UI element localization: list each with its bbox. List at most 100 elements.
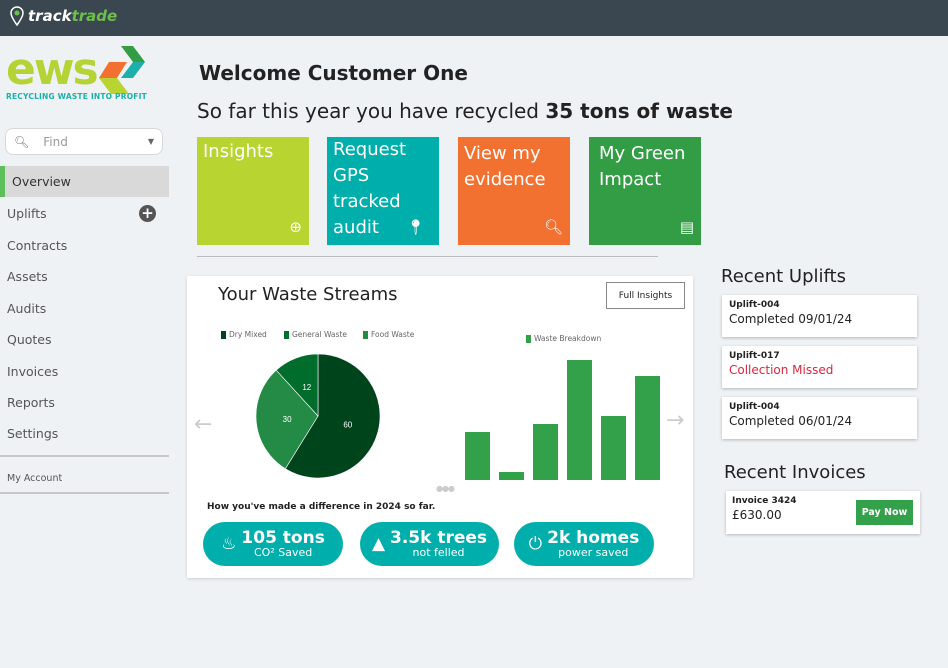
divider	[197, 256, 658, 257]
tile-label: Request GPS tracked audit	[333, 139, 407, 238]
plus-circle-icon: ⊕	[289, 218, 302, 236]
sidebar-item-settings[interactable]: Settings	[0, 418, 169, 449]
stat-value: 2k homes	[547, 528, 640, 548]
uplift-id: Uplift-004	[729, 300, 780, 310]
uplift-id: Uplift-004	[729, 402, 780, 412]
uplift-status: Completed 09/01/24	[729, 312, 853, 326]
sidebar-item-quotes[interactable]: Quotes	[0, 324, 169, 355]
recycled-summary: So far this year you have recycled 35 to…	[197, 99, 733, 123]
tile-label: View my evidence	[464, 143, 546, 190]
receipt-icon: ▤	[679, 218, 694, 236]
sidebar-item-my-account[interactable]: My Account	[0, 463, 169, 493]
sidebar-item-contracts[interactable]: Contracts	[0, 230, 169, 261]
stat-label: power saved	[558, 546, 629, 559]
stat-co2: ♨ 105 tons CO² Saved	[203, 522, 343, 566]
uplift-card[interactable]: Uplift-017 Collection Missed	[722, 346, 917, 388]
stat-label: not felled	[412, 546, 465, 559]
tile-insights[interactable]: Insights ⊕	[197, 137, 309, 245]
tile-label: Insights	[203, 141, 274, 162]
tree-icon: ▲	[371, 534, 386, 554]
legend-label: Dry Mixed	[229, 330, 267, 339]
legend-item: Waste Breakdown	[526, 334, 601, 343]
bar	[465, 432, 490, 480]
legend-label: Food Waste	[371, 330, 415, 339]
sidebar-item-label: Contracts	[7, 238, 68, 253]
uplift-status: Collection Missed	[729, 363, 834, 377]
recent-uplifts-title: Recent Uplifts	[721, 266, 846, 287]
tile-label: My Green Impact	[599, 143, 686, 190]
stat-label: CO² Saved	[254, 546, 313, 559]
logo-tagline: RECYCLING WASTE INTO PROFIT	[6, 92, 147, 101]
stat-trees: ▲ 3.5k trees not felled	[360, 522, 499, 566]
recycled-amount: 35 tons of waste	[545, 99, 733, 123]
uplift-id: Uplift-017	[729, 351, 780, 361]
chevron-down-icon[interactable]: ▼	[148, 137, 154, 146]
sidebar-item-label: My Account	[7, 472, 63, 484]
search-icon: 🔍︎	[14, 134, 30, 149]
find-placeholder: Find	[43, 134, 68, 149]
arrow-right-icon[interactable]: →	[666, 408, 684, 433]
brand-text-accent: trade	[71, 7, 118, 25]
bar	[567, 360, 592, 480]
add-uplift-icon[interactable]: +	[139, 205, 156, 222]
search-icon: 🔍︎	[543, 218, 563, 236]
tile-view-evidence[interactable]: View my evidence 🔍︎	[458, 137, 570, 245]
stat-value: 3.5k trees	[390, 528, 488, 548]
sidebar-divider	[0, 492, 169, 494]
bar-chart	[465, 360, 660, 480]
top-bar: tracktrade	[0, 0, 948, 36]
ews-logo: ews RECYCLING WASTE INTO PROFIT	[6, 46, 147, 101]
stat-homes: ⏻ 2k homes power saved	[514, 522, 654, 566]
carousel-dots[interactable]: ●●●	[436, 484, 455, 493]
pie-slice-label: 30	[283, 415, 292, 424]
sidebar-item-label: Settings	[7, 426, 59, 441]
sidebar-item-overview[interactable]: Overview	[0, 166, 169, 197]
pie-slice-label: 12	[302, 383, 311, 392]
bar	[499, 472, 524, 480]
flame-icon: ♨	[221, 534, 237, 554]
tracktrade-logo[interactable]: tracktrade	[10, 6, 117, 26]
bar	[533, 424, 558, 480]
sidebar-item-reports[interactable]: Reports	[0, 387, 169, 418]
legend-item: Dry Mixed	[221, 330, 267, 339]
sidebar-item-invoices[interactable]: Invoices	[0, 356, 169, 387]
legend-label: Waste Breakdown	[534, 334, 602, 343]
sidebar-item-label: Overview	[12, 174, 71, 189]
legend-item: General Waste	[284, 330, 347, 339]
stat-value: 105 tons	[241, 528, 325, 548]
recent-invoices-title: Recent Invoices	[724, 462, 866, 483]
card-title: Your Waste Streams	[218, 284, 398, 305]
sidebar-item-audits[interactable]: Audits	[0, 293, 169, 324]
power-icon: ⏻	[528, 534, 543, 554]
uplift-card[interactable]: Uplift-004 Completed 09/01/24	[722, 295, 917, 337]
recycled-prefix: So far this year you have recycled	[197, 99, 546, 123]
pie-slice-label: 60	[343, 420, 352, 429]
map-pin-icon: 📍︎	[405, 218, 425, 236]
sidebar-item-label: Quotes	[7, 332, 52, 347]
legend-label: General Waste	[292, 330, 347, 339]
sidebar-divider	[0, 455, 169, 457]
bar	[635, 376, 660, 480]
full-insights-button[interactable]: Full Insights	[606, 282, 685, 309]
legend-item: Food Waste	[363, 330, 414, 339]
logo-arrow-icon	[98, 46, 145, 94]
logo-word: ews	[6, 44, 99, 95]
uplift-status: Completed 06/01/24	[729, 414, 853, 428]
sidebar-item-label: Audits	[7, 301, 47, 316]
bar	[601, 416, 626, 480]
pay-now-button[interactable]: Pay Now	[856, 500, 913, 525]
sidebar-item-label: Invoices	[7, 364, 59, 379]
difference-text: How you've made a difference in 2024 so …	[207, 502, 436, 512]
arrow-left-icon[interactable]: ←	[194, 412, 212, 437]
sidebar-item-assets[interactable]: Assets	[0, 261, 169, 292]
sidebar-item-label: Reports	[7, 395, 55, 410]
tile-request-audit[interactable]: Request GPS tracked audit 📍︎	[327, 137, 439, 245]
tile-green-impact[interactable]: My Green Impact ▤	[589, 137, 701, 245]
sidebar-item-label: Uplifts	[7, 206, 47, 221]
find-input[interactable]: 🔍︎ Find ▼	[5, 128, 163, 155]
pie-chart: 60 30 12	[255, 353, 381, 479]
uplift-card[interactable]: Uplift-004 Completed 06/01/24	[722, 397, 917, 439]
sidebar-item-label: Assets	[7, 269, 48, 284]
welcome-heading: Welcome Customer One	[199, 61, 468, 85]
location-pin-icon	[10, 6, 24, 26]
